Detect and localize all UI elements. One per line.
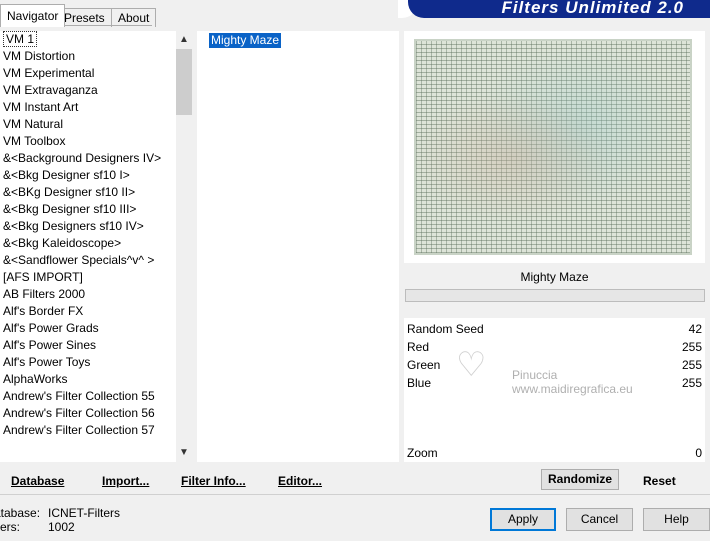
- watermark: ♡ Pinuccia www.maidiregrafica.eu: [456, 348, 633, 396]
- preview-image[interactable]: [414, 39, 692, 255]
- category-item[interactable]: Andrew's Filter Collection 56: [0, 405, 176, 422]
- category-item[interactable]: &<Bkg Designer sf10 III>: [0, 201, 176, 218]
- filter-item-selected[interactable]: Mighty Maze: [209, 33, 282, 48]
- category-item[interactable]: &<Background Designers IV>: [0, 150, 176, 167]
- param-label: Random Seed: [407, 322, 484, 336]
- filter-list[interactable]: Mighty Maze: [197, 31, 399, 462]
- category-item[interactable]: VM 1: [0, 31, 176, 48]
- category-item[interactable]: VM Extravaganza: [0, 82, 176, 99]
- param-label: Zoom: [407, 446, 438, 460]
- progress-bar: [405, 289, 705, 302]
- category-scrollbar[interactable]: ▲ ▼: [176, 31, 192, 462]
- database-button[interactable]: Database: [11, 472, 64, 490]
- param-value[interactable]: 42: [689, 320, 702, 338]
- param-value[interactable]: 255: [682, 356, 702, 374]
- app-banner: Filters Unlimited 2.0: [408, 0, 710, 18]
- scroll-thumb[interactable]: [176, 49, 192, 115]
- category-item[interactable]: VM Instant Art: [0, 99, 176, 116]
- filters-count-label: lters:: [0, 520, 21, 534]
- database-value: ICNET-Filters: [48, 506, 120, 520]
- editor-button[interactable]: Editor...: [278, 472, 322, 490]
- watermark-line-2: www.maidiregrafica.eu: [512, 382, 633, 396]
- category-item[interactable]: Alf's Power Grads: [0, 320, 176, 337]
- database-label: atabase:: [0, 506, 41, 520]
- apply-button[interactable]: Apply: [490, 508, 556, 531]
- param-random-seed[interactable]: Random Seed 42: [407, 320, 702, 338]
- param-label: Red: [407, 340, 430, 354]
- category-item[interactable]: VM Toolbox: [0, 133, 176, 150]
- param-zoom[interactable]: Zoom 0: [407, 444, 702, 462]
- param-red[interactable]: Red 255: [407, 338, 702, 356]
- heart-icon: ♡: [456, 346, 487, 384]
- parameter-panel: Random Seed 42 Red 255 Green 255 Blue 25…: [404, 318, 705, 462]
- category-item[interactable]: AB Filters 2000: [0, 286, 176, 303]
- category-item[interactable]: [AFS IMPORT]: [0, 269, 176, 286]
- param-value[interactable]: 255: [682, 338, 702, 356]
- scroll-down-icon[interactable]: ▼: [176, 444, 192, 462]
- preview-filter-name: Mighty Maze: [404, 266, 705, 288]
- category-item[interactable]: Alf's Border FX: [0, 303, 176, 320]
- filters-count-value: 1002: [48, 520, 75, 534]
- filter-info-button[interactable]: Filter Info...: [181, 472, 246, 490]
- category-item[interactable]: Andrew's Filter Collection 55: [0, 388, 176, 405]
- help-button[interactable]: Help: [643, 508, 710, 531]
- category-item[interactable]: &<Bkg Designers sf10 IV>: [0, 218, 176, 235]
- category-item[interactable]: Andrew's Filter Collection 57: [0, 422, 176, 439]
- param-label: Green: [407, 358, 441, 372]
- param-value[interactable]: 255: [682, 374, 702, 392]
- scroll-up-icon[interactable]: ▲: [176, 31, 192, 49]
- import-button[interactable]: Import...: [102, 472, 149, 490]
- category-item[interactable]: &<BKg Designer sf10 II>: [0, 184, 176, 201]
- divider: [0, 494, 710, 495]
- category-item[interactable]: &<Bkg Designer sf10 I>: [0, 167, 176, 184]
- category-item[interactable]: Alf's Power Sines: [0, 337, 176, 354]
- category-item[interactable]: VM Natural: [0, 116, 176, 133]
- category-item[interactable]: &<Bkg Kaleidoscope>: [0, 235, 176, 252]
- reset-button[interactable]: Reset: [643, 472, 676, 490]
- randomize-button[interactable]: Randomize: [541, 469, 619, 490]
- category-item[interactable]: Alf's Power Toys: [0, 354, 176, 371]
- watermark-line-1: Pinuccia: [512, 368, 558, 382]
- category-list[interactable]: VM 1 VM Distortion VM Experimental VM Ex…: [0, 31, 176, 462]
- preview-frame: [404, 31, 705, 263]
- category-item[interactable]: &<Sandflower Specials^v^ >: [0, 252, 176, 269]
- param-value[interactable]: 0: [695, 444, 702, 462]
- tab-navigator[interactable]: Navigator: [0, 4, 66, 27]
- category-item[interactable]: VM Distortion: [0, 48, 176, 65]
- cancel-button[interactable]: Cancel: [566, 508, 633, 531]
- param-label: Blue: [407, 376, 432, 390]
- category-item[interactable]: AlphaWorks: [0, 371, 176, 388]
- category-item[interactable]: VM Experimental: [0, 65, 176, 82]
